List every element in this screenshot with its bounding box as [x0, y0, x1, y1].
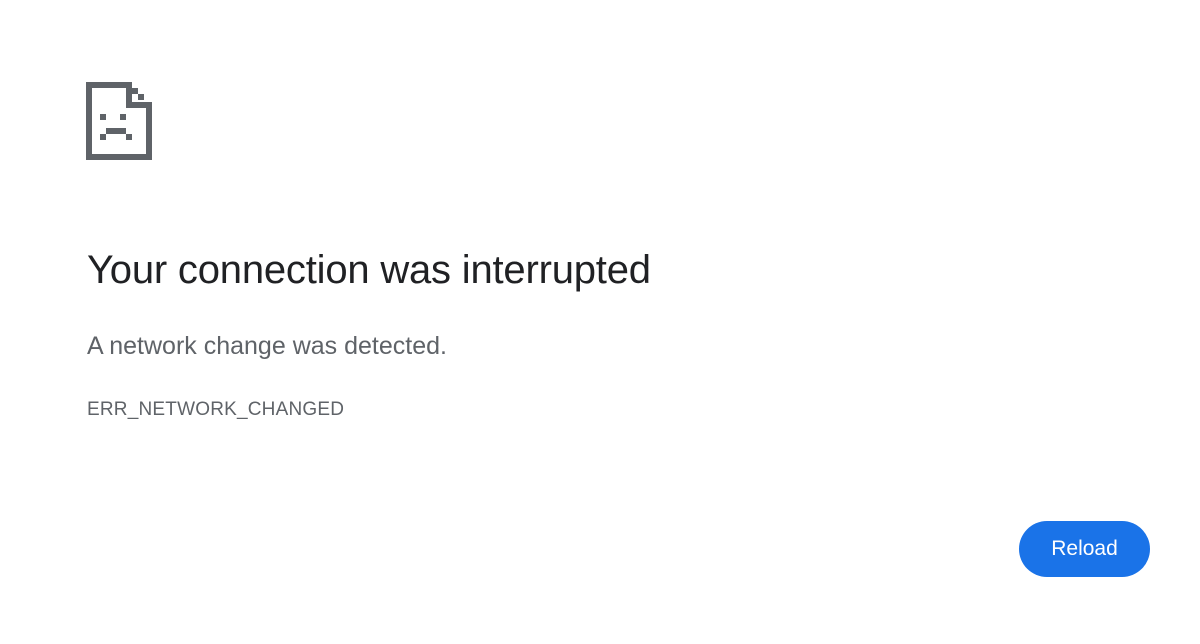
page-title: Your connection was interrupted	[87, 248, 651, 292]
error-description: A network change was detected.	[87, 332, 447, 360]
error-code: ERR_NETWORK_CHANGED	[87, 399, 345, 420]
sad-page-icon	[86, 82, 152, 160]
reload-button[interactable]: Reload	[1019, 521, 1150, 577]
error-page: Your connection was interrupted A networ…	[0, 0, 1200, 644]
